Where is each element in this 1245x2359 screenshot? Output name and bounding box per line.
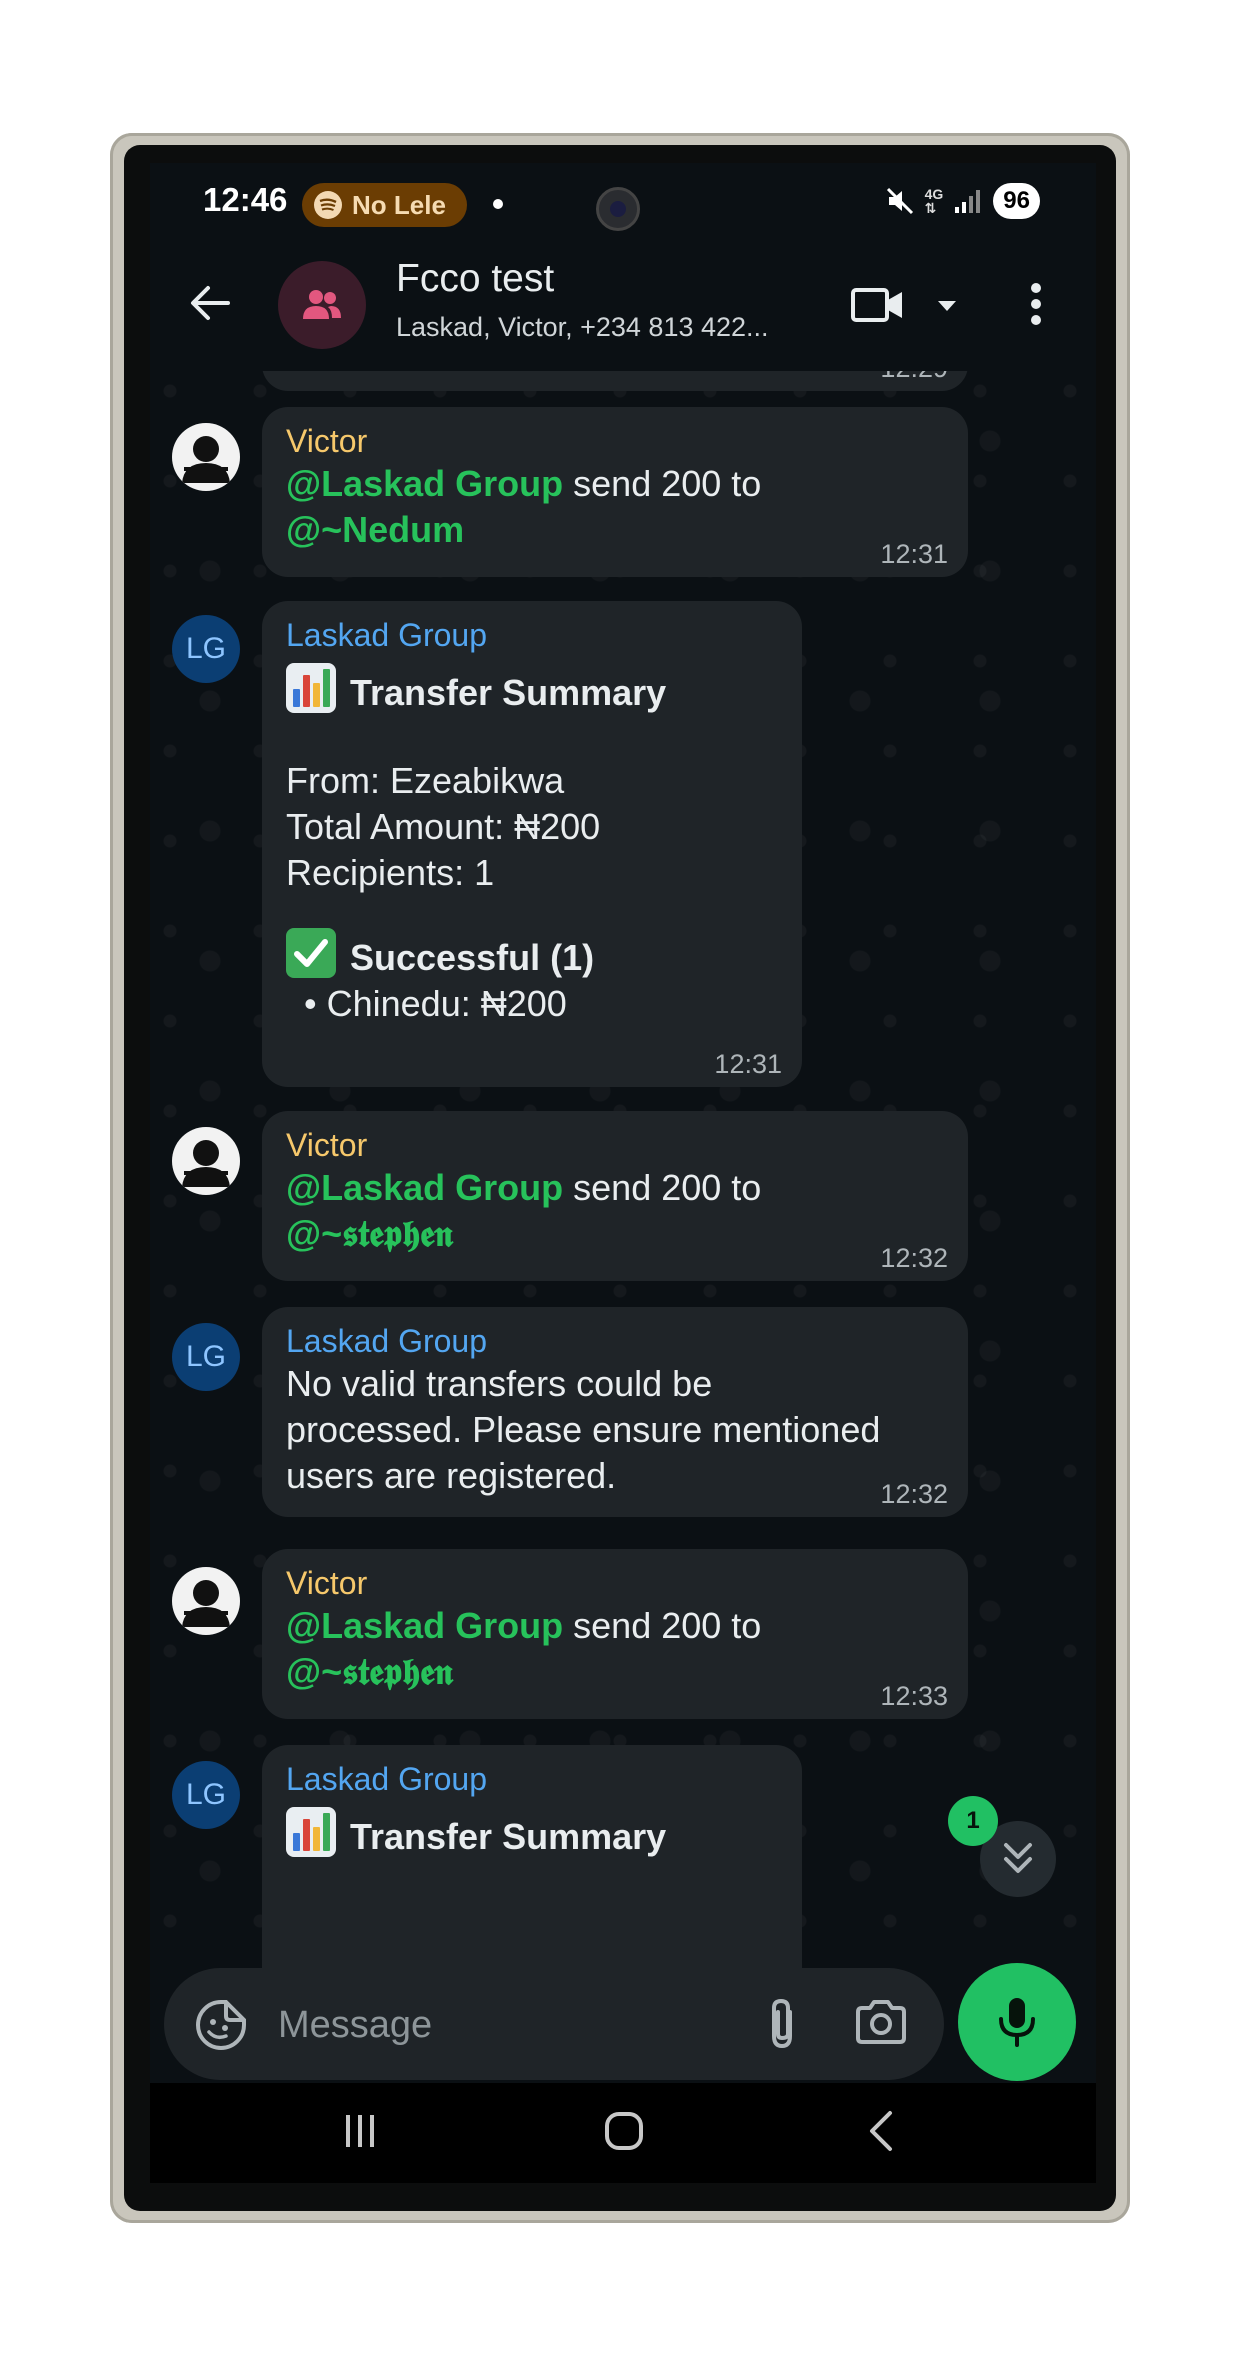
message-time: 12:31 xyxy=(714,1049,782,1079)
check-mark-icon xyxy=(286,928,336,978)
mic-icon xyxy=(999,1998,1035,2047)
message-bubble[interactable]: Victor @Laskad Group send 200 to @~𝖘𝖙𝖊𝖕𝖍… xyxy=(262,1549,968,1719)
message-text: @Laskad Group send 200 to xyxy=(286,463,762,504)
message-heading: Successful (1) xyxy=(286,928,778,981)
voice-message-button[interactable] xyxy=(958,1963,1076,2081)
unread-badge: 1 xyxy=(948,1796,998,1846)
avatar-laskad[interactable]: LG xyxy=(172,1761,240,1829)
sender-name: Laskad Group xyxy=(286,1761,488,1797)
avatar-laskad[interactable]: LG xyxy=(172,1323,240,1391)
mention[interactable]: @Laskad Group xyxy=(286,463,563,504)
status-time: 12:46 xyxy=(203,181,288,218)
front-camera xyxy=(596,187,640,231)
mention[interactable]: @~𝖘𝖙𝖊𝖕𝖍𝖊𝖓 xyxy=(286,1213,453,1254)
network-type: 4G ⇅ xyxy=(924,186,944,216)
message-line: From: Ezeabikwa xyxy=(286,760,565,801)
message-line: Recipients: 1 xyxy=(286,852,495,893)
attach-icon[interactable] xyxy=(764,1996,800,2052)
avatar-laskad[interactable]: LG xyxy=(172,615,240,683)
message-list[interactable]: 12:29 Victor @Laskad Group send 200 to @… xyxy=(150,371,1096,1971)
message-time: 12:33 xyxy=(880,1681,948,1711)
message-input[interactable] xyxy=(276,1994,700,2056)
message-line: No valid transfers could be xyxy=(286,1363,713,1404)
mention[interactable]: @Laskad Group xyxy=(286,1605,563,1646)
back-nav-icon[interactable] xyxy=(866,2109,896,2153)
notification-dot xyxy=(493,199,503,209)
back-arrow-icon[interactable] xyxy=(188,281,232,325)
message-time: 12:31 xyxy=(880,539,948,569)
status-icons: 4G ⇅ 96 xyxy=(885,183,1040,219)
message-line: • Chinedu: ₦200 xyxy=(304,983,567,1024)
battery-level: 96 xyxy=(993,183,1040,219)
message-time: 12:32 xyxy=(880,1243,948,1273)
message-line: processed. Please ensure mentioned xyxy=(286,1409,881,1450)
sticker-icon[interactable] xyxy=(194,1998,248,2052)
scroll-down-icon xyxy=(1004,1843,1032,1873)
message-heading: Transfer Summary xyxy=(286,663,778,716)
mention[interactable]: @~𝖘𝖙𝖊𝖕𝖍𝖊𝖓 xyxy=(286,1651,453,1692)
phone-screen: 12:46 No Lele 4G ⇅ 96 Fcco test Laskad, V… xyxy=(150,163,1096,2083)
message-bubble[interactable]: Laskad Group No valid transfers could be… xyxy=(262,1307,968,1517)
message-line: users are registered. xyxy=(286,1455,617,1496)
chat-header: Fcco test Laskad, Victor, +234 813 422..… xyxy=(150,241,1096,373)
signal-icon xyxy=(955,190,981,213)
message-text: @Laskad Group send 200 to xyxy=(286,1167,762,1208)
avatar-victor[interactable] xyxy=(172,1567,240,1635)
bar-chart-icon xyxy=(286,663,336,713)
sender-name: Laskad Group xyxy=(286,617,488,653)
message-time: 12:29 xyxy=(880,371,948,383)
message-bubble[interactable]: Laskad Group Transfer Summary xyxy=(262,1745,802,1971)
camera-icon[interactable] xyxy=(854,1998,908,2046)
system-nav-bar xyxy=(150,2083,1096,2183)
group-avatar[interactable] xyxy=(278,261,366,349)
sender-name: Victor xyxy=(286,1127,368,1163)
message-time: 12:32 xyxy=(880,1479,948,1509)
group-icon xyxy=(303,290,341,319)
message-bubble[interactable]: Victor @Laskad Group send 200 to @~Nedum… xyxy=(262,407,968,577)
spotify-icon xyxy=(314,191,342,219)
message-heading: Transfer Summary xyxy=(286,1807,778,1860)
message-bubble[interactable]: Victor @Laskad Group send 200 to @~𝖘𝖙𝖊𝖕𝖍… xyxy=(262,1111,968,1281)
bar-chart-icon xyxy=(286,1807,336,1857)
status-bar: 12:46 No Lele 4G ⇅ 96 xyxy=(150,163,1096,241)
sender-name: Victor xyxy=(286,423,368,459)
message-text: @Laskad Group send 200 to xyxy=(286,1605,762,1646)
sender-name: Laskad Group xyxy=(286,1323,488,1359)
mute-icon xyxy=(886,187,913,215)
dropdown-icon[interactable] xyxy=(936,299,958,313)
message-bubble[interactable]: Laskad Group Transfer Summary From: Ezea… xyxy=(262,601,802,1087)
chat-participants[interactable]: Laskad, Victor, +234 813 422... xyxy=(396,312,769,343)
video-call-icon[interactable] xyxy=(850,285,906,325)
home-icon[interactable] xyxy=(602,2109,646,2153)
mention[interactable]: @Laskad Group xyxy=(286,1167,563,1208)
media-pill-label: No Lele xyxy=(352,189,446,220)
media-pill[interactable]: No Lele xyxy=(302,183,467,227)
message-bubble-partial[interactable]: 12:29 xyxy=(262,371,968,391)
message-line: Total Amount: ₦200 xyxy=(286,806,601,847)
sender-name: Victor xyxy=(286,1565,368,1601)
message-composer xyxy=(164,1968,944,2080)
mention[interactable]: @~Nedum xyxy=(286,509,464,550)
avatar-victor[interactable] xyxy=(172,1127,240,1195)
more-vert-icon[interactable] xyxy=(1028,281,1044,327)
chat-title[interactable]: Fcco test xyxy=(396,257,554,301)
recents-icon[interactable] xyxy=(340,2111,380,2151)
avatar-victor[interactable] xyxy=(172,423,240,491)
